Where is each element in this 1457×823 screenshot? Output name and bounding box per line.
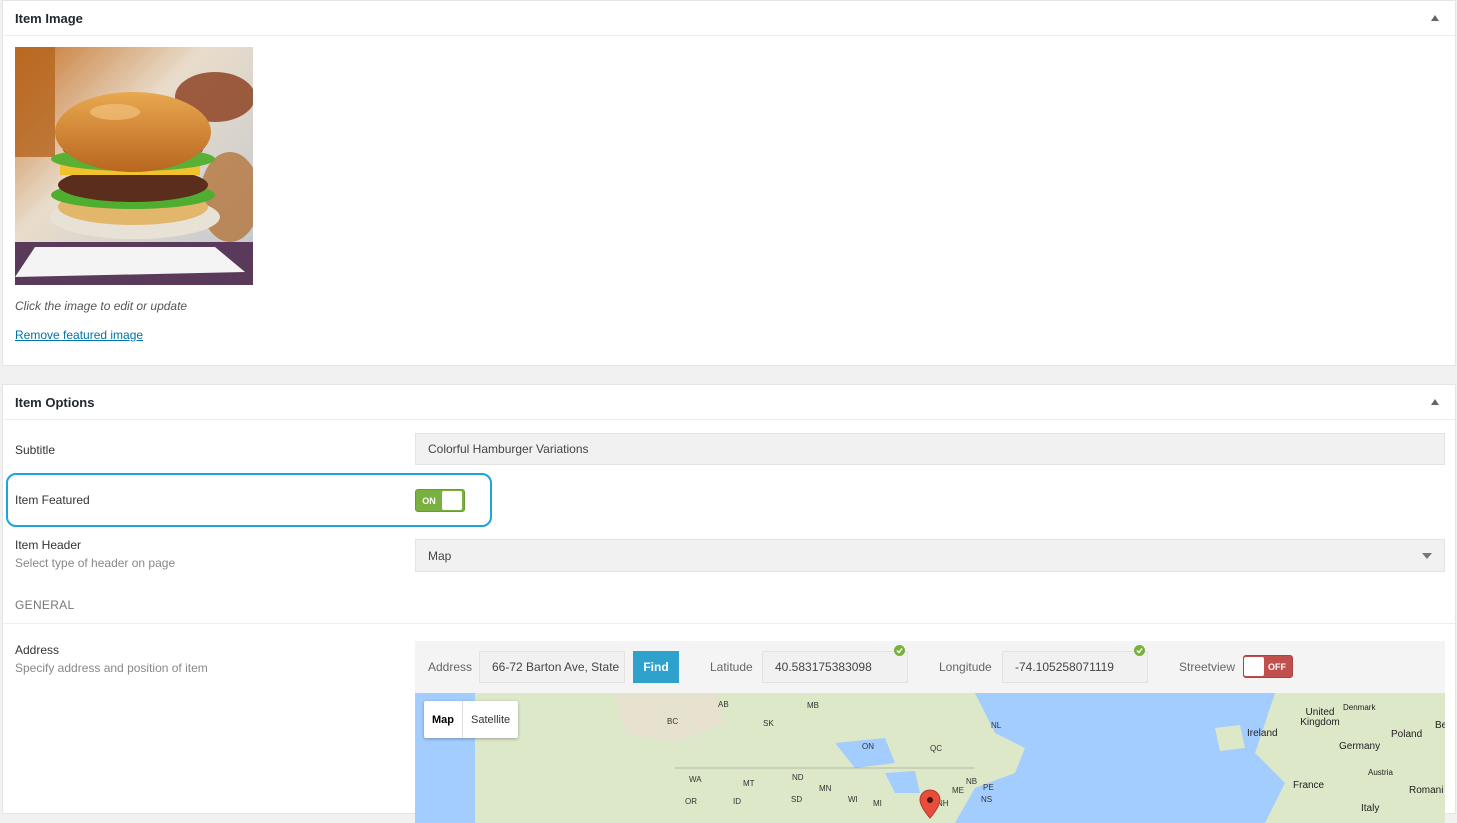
toggle-on-label: ON [422, 495, 436, 506]
find-button[interactable]: Find [633, 651, 679, 683]
map-label: ME [952, 786, 964, 795]
map-label: SK [763, 719, 774, 728]
subtitle-label: Subtitle [15, 443, 56, 457]
map-label: ON [862, 742, 874, 751]
map-label: NL [991, 721, 1002, 730]
item-header-select[interactable]: Map [415, 539, 1445, 572]
map-label: OR [685, 797, 697, 806]
longitude-label: Longitude [939, 660, 992, 674]
map-country-label: Denmark [1343, 703, 1376, 712]
map-tab[interactable]: Map [424, 701, 463, 738]
map-label: NS [981, 795, 993, 804]
check-icon [1134, 645, 1145, 656]
map-type-control[interactable]: Map Satellite [424, 701, 519, 738]
map-label: WI [848, 795, 858, 804]
collapse-arrow-icon[interactable] [1431, 15, 1439, 21]
check-icon [894, 645, 905, 656]
map-country-label: France [1293, 780, 1325, 791]
toggle-knob [442, 491, 462, 510]
collapse-arrow-icon[interactable] [1431, 399, 1439, 405]
map-country-label: Poland [1391, 729, 1423, 740]
satellite-tab[interactable]: Satellite [463, 701, 518, 738]
item-featured-label: Item Featured [15, 493, 90, 507]
map-label: WA [689, 775, 702, 784]
toggle-knob [1244, 657, 1264, 676]
section-general-heading: GENERAL [15, 598, 75, 612]
item-image-box: Item Image Click the image to edit or up… [2, 0, 1456, 366]
map-label: SD [791, 795, 803, 804]
item-options-title: Item Options [15, 394, 95, 410]
map-label: NB [966, 777, 978, 786]
item-header-selected: Map [428, 548, 452, 563]
subtitle-input[interactable]: Colorful Hamburger Variations [415, 433, 1445, 465]
toggle-off-label: OFF [1268, 661, 1286, 672]
map-country-label: Austria [1368, 768, 1393, 777]
address-field-label: Address [428, 660, 473, 674]
map-label: AB [718, 700, 729, 709]
longitude-input[interactable]: -74.105258071119 [1002, 651, 1148, 683]
item-header-description: Select type of header on page [15, 556, 176, 570]
map-country-label: United Kingdom [1300, 707, 1340, 728]
streetview-toggle[interactable]: OFF [1243, 655, 1293, 678]
item-options-box: Item Options Subtitle Colorful Hamburger… [2, 384, 1456, 823]
featured-image[interactable] [15, 47, 253, 285]
map-label: ND [792, 773, 804, 782]
map-label: MI [873, 799, 882, 808]
map-label: QC [930, 744, 942, 753]
item-image-title: Item Image [15, 10, 83, 26]
map-country-label: Ireland [1247, 728, 1278, 739]
map-country-label: Romani [1409, 785, 1444, 796]
chevron-down-icon [1422, 552, 1432, 559]
map-label: MN [819, 784, 832, 793]
map-view[interactable]: Map Satellite AB MB BC SK ON QC NL WA MT… [415, 693, 1445, 823]
remove-featured-image-link[interactable]: Remove featured image [15, 328, 143, 342]
map-label: ID [733, 797, 741, 806]
item-featured-toggle[interactable]: ON [415, 489, 465, 512]
map-label: BC [667, 717, 679, 726]
item-options-header[interactable]: Item Options [3, 385, 1455, 420]
section-divider [3, 623, 1455, 624]
map-country-label: Be [1435, 720, 1445, 731]
map-marker-icon[interactable] [919, 789, 941, 819]
item-header-label: Item Header [15, 538, 82, 552]
map-country-label: Italy [1361, 803, 1380, 814]
map-label: MT [743, 779, 755, 788]
map-label: PE [983, 783, 994, 792]
item-image-header[interactable]: Item Image [3, 1, 1455, 36]
latitude-input[interactable]: 40.583175383098 [762, 651, 908, 683]
map-label: MB [807, 701, 819, 710]
map-country-label: Germany [1339, 741, 1381, 752]
address-description: Specify address and position of item [15, 661, 208, 675]
image-edit-hint: Click the image to edit or update [15, 299, 188, 313]
address-label: Address [15, 643, 60, 657]
address-toolbar: Address 66-72 Barton Ave, State Find Lat… [415, 641, 1445, 693]
address-input[interactable]: 66-72 Barton Ave, State [479, 651, 625, 683]
latitude-label: Latitude [710, 660, 753, 674]
streetview-label: Streetview [1179, 660, 1236, 674]
